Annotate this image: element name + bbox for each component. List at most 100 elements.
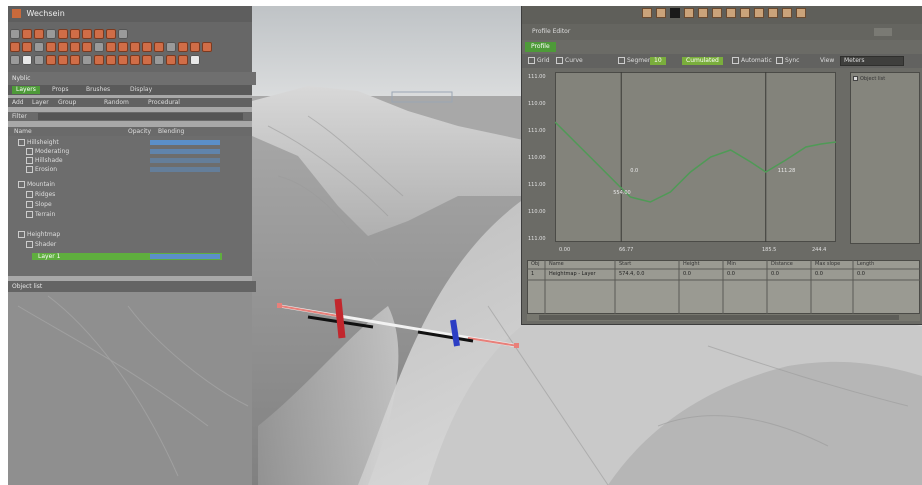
- layer-visibility-checkbox[interactable]: [26, 201, 33, 208]
- profile-data-table: Obj Name Start Height Min Distance Max s…: [527, 260, 920, 314]
- table-horizontal-scrollbar[interactable]: [527, 314, 920, 321]
- curve-label: Curve: [565, 57, 583, 64]
- camera-icon[interactable]: [34, 55, 44, 65]
- layer-opacity-bar[interactable]: [150, 158, 220, 163]
- viewport-stage: Wechsein Nyblic Layers Props Brushes Dis…: [8, 6, 922, 485]
- sand-icon[interactable]: [130, 55, 140, 65]
- segments-checkbox[interactable]: [618, 57, 625, 64]
- window-tool-icon[interactable]: [642, 8, 652, 18]
- layer-visibility-checkbox[interactable]: [26, 241, 33, 248]
- tree-icon[interactable]: [70, 55, 80, 65]
- list-item[interactable]: Ridges: [8, 190, 252, 199]
- layer-column-headers: Name Opacity Blending: [8, 127, 252, 136]
- grid-checkbox[interactable]: [528, 57, 535, 64]
- snow-icon[interactable]: [106, 55, 116, 65]
- list-item[interactable]: Moderating: [8, 147, 252, 156]
- grid-label: Grid: [537, 57, 550, 64]
- window-tool-icon[interactable]: [754, 8, 764, 18]
- sub-tab-add[interactable]: Add: [12, 98, 24, 107]
- sub-tab-procedural[interactable]: Procedural: [148, 98, 180, 107]
- list-item[interactable]: Heightmap: [8, 230, 252, 239]
- water-icon[interactable]: [94, 55, 104, 65]
- window-tool-icon[interactable]: [726, 8, 736, 18]
- y-tick-label: 111.00: [528, 128, 546, 134]
- layer-opacity-bar[interactable]: [150, 140, 220, 145]
- filter-input[interactable]: [38, 113, 243, 120]
- profile-toolbar: Grid Curve Segments 10 Cumulated Automat…: [522, 54, 922, 68]
- automatic-checkbox[interactable]: [732, 57, 739, 64]
- layer-visibility-checkbox[interactable]: [26, 148, 33, 155]
- list-item[interactable]: Shader: [8, 240, 252, 249]
- tab-profile[interactable]: Profile: [525, 42, 556, 52]
- window-tool-icon[interactable]: [656, 8, 666, 18]
- layer-visibility-checkbox[interactable]: [26, 191, 33, 198]
- profile-series-line-0: [554, 121, 837, 203]
- window-toolbar-icons: [642, 8, 810, 20]
- list-item-selected[interactable]: Layer 1: [8, 252, 252, 261]
- start-handle-red[interactable]: [334, 298, 346, 339]
- view-2d-icon[interactable]: [22, 55, 32, 65]
- render-icon[interactable]: [166, 55, 176, 65]
- scrollbar-thumb[interactable]: [539, 315, 899, 320]
- sync-checkbox[interactable]: [776, 57, 783, 64]
- rock-icon[interactable]: [118, 55, 128, 65]
- window-tool-icon[interactable]: [740, 8, 750, 18]
- window-tool-icon[interactable]: [796, 8, 806, 18]
- layer-opacity-bar[interactable]: [150, 167, 220, 172]
- list-item[interactable]: Slope: [8, 200, 252, 209]
- filter-row: Filter: [8, 112, 252, 121]
- tool-row-3: [10, 50, 202, 65]
- view-select[interactable]: Meters: [840, 56, 904, 66]
- layer-visibility-checkbox[interactable]: [26, 157, 33, 164]
- view-3d-icon[interactable]: [10, 55, 20, 65]
- help-icon[interactable]: [190, 55, 200, 65]
- sub-tab-group[interactable]: Group: [58, 98, 76, 107]
- object-list-header[interactable]: Object list: [8, 281, 256, 292]
- layers-header-label: Nyblic: [12, 75, 31, 82]
- profile-plot-area[interactable]: 554.00 111.28 0.0: [554, 72, 837, 242]
- tab-layers[interactable]: Layers: [12, 86, 40, 94]
- tab-props[interactable]: Props: [48, 86, 72, 94]
- curve-checkbox[interactable]: [556, 57, 563, 64]
- tab-display[interactable]: Display: [126, 86, 156, 94]
- import-tool-icon[interactable]: [202, 42, 212, 52]
- left-tool-panel: Wechsein Nyblic Layers Props Brushes Dis…: [8, 6, 256, 485]
- profile-chart[interactable]: 554.00 111.28 0.0: [554, 72, 837, 242]
- automatic-label: Automatic: [741, 57, 772, 64]
- grid-icon[interactable]: [142, 55, 152, 65]
- window-close-button[interactable]: [874, 28, 892, 36]
- layer-opacity-bar[interactable]: [150, 254, 220, 259]
- wire-icon[interactable]: [154, 55, 164, 65]
- list-item[interactable]: Hillshade: [8, 156, 252, 165]
- layer-visibility-checkbox[interactable]: [18, 139, 25, 146]
- sub-tab-random[interactable]: Random: [104, 98, 129, 107]
- grass-icon[interactable]: [82, 55, 92, 65]
- list-item[interactable]: Hillsheight: [8, 138, 252, 147]
- settings-icon[interactable]: [178, 55, 188, 65]
- window-tool-icon[interactable]: [698, 8, 708, 18]
- window-tool-icon[interactable]: [712, 8, 722, 18]
- window-tool-icon[interactable]: [782, 8, 792, 18]
- sub-tab-layer[interactable]: Layer: [32, 98, 49, 107]
- window-tool-icon[interactable]: [768, 8, 778, 18]
- layer-name: Layer 1: [38, 253, 61, 260]
- tab-brushes[interactable]: Brushes: [82, 86, 114, 94]
- light-icon[interactable]: [46, 55, 56, 65]
- list-item[interactable]: Terrain: [8, 210, 252, 219]
- layer-visibility-checkbox[interactable]: [18, 231, 25, 238]
- layer-opacity-bar[interactable]: [150, 149, 220, 154]
- layer-visibility-checkbox[interactable]: [26, 211, 33, 218]
- window-tool-icon[interactable]: [684, 8, 694, 18]
- window-tool-icon[interactable]: [670, 8, 680, 18]
- list-item[interactable]: Erosion: [8, 165, 252, 174]
- list-item[interactable]: Mountain: [8, 180, 252, 189]
- end-handle-blue[interactable]: [450, 319, 460, 347]
- layer-visibility-checkbox[interactable]: [26, 166, 33, 173]
- toolbox: [8, 22, 252, 72]
- object-checkbox[interactable]: [853, 76, 858, 81]
- segments-input[interactable]: 10: [650, 57, 666, 65]
- layer-name: Heightmap: [27, 231, 61, 238]
- layer-visibility-checkbox[interactable]: [18, 181, 25, 188]
- object-icon[interactable]: [58, 55, 68, 65]
- cumulated-button[interactable]: Cumulated: [682, 57, 723, 65]
